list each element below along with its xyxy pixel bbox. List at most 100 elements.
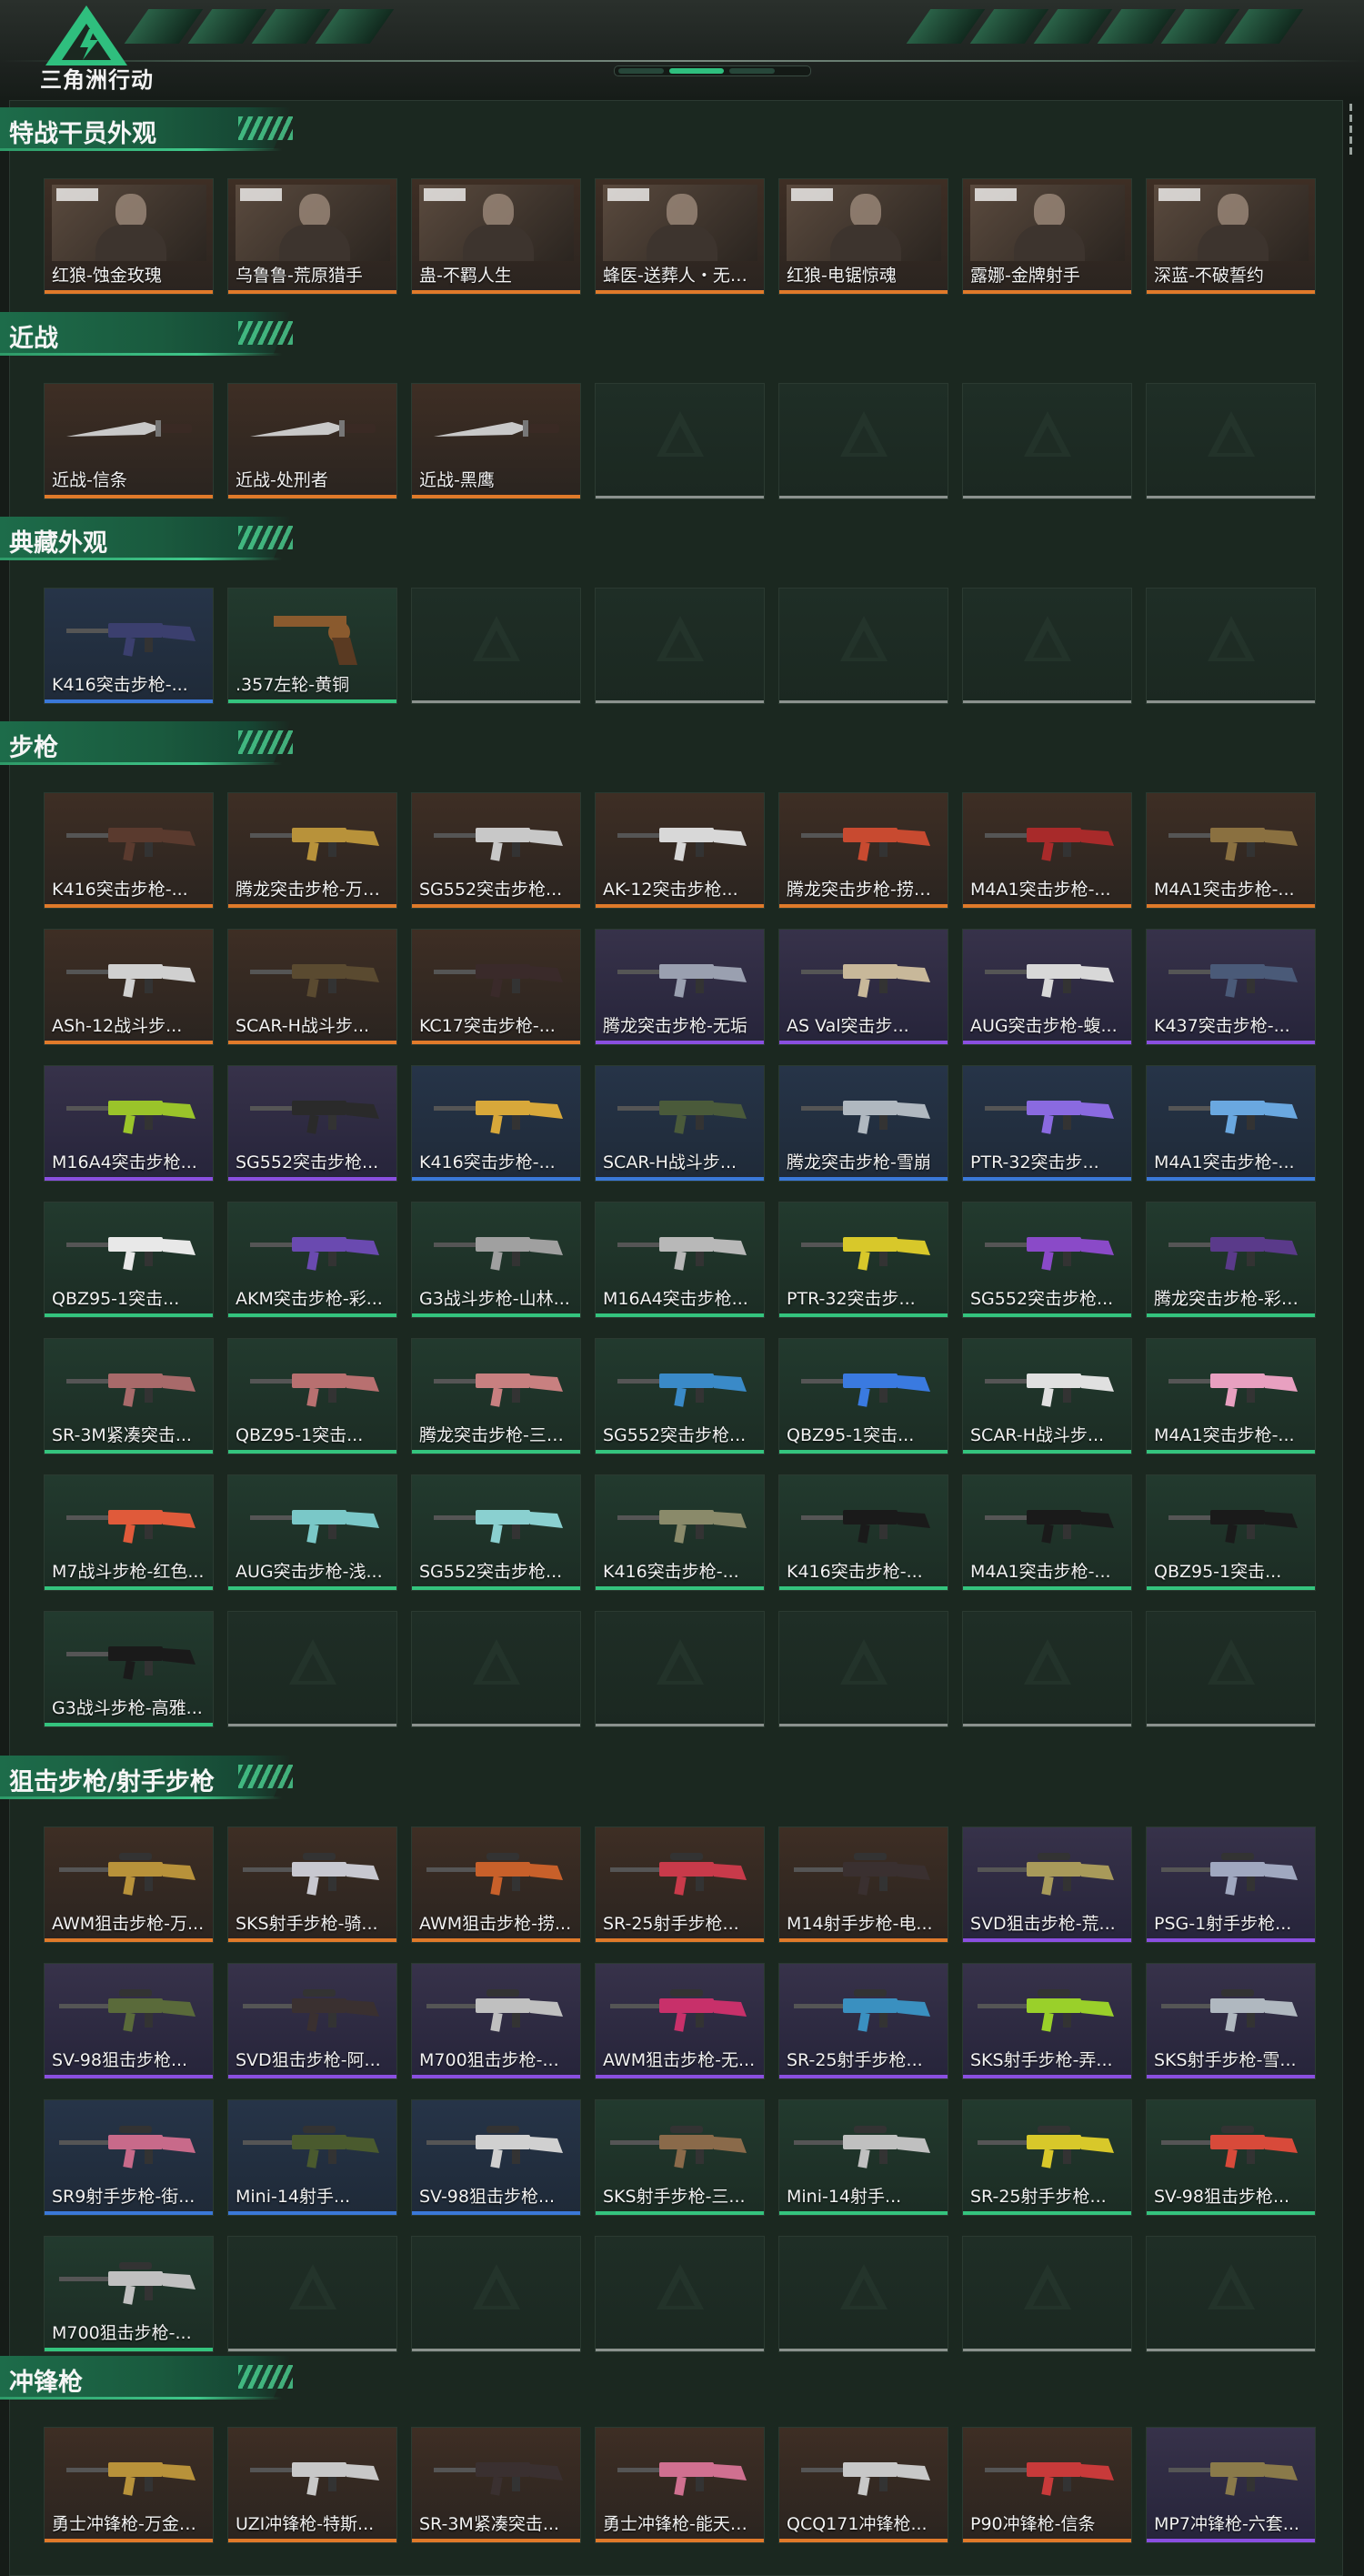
item-card[interactable]: PTR-32突击步... — [962, 1065, 1132, 1182]
item-card[interactable]: K416突击步枪-... — [44, 792, 214, 909]
item-card[interactable]: QBZ95-1突击... — [1146, 1474, 1316, 1591]
item-card[interactable]: QCQ171冲锋枪... — [778, 2427, 948, 2543]
item-card[interactable]: 蛊-不羁人生 — [411, 178, 581, 295]
knife-icon — [66, 420, 192, 437]
item-card[interactable]: 乌鲁鲁-荒原猎手 — [227, 178, 397, 295]
item-card[interactable]: M700狙击步枪-... — [44, 2236, 214, 2352]
item-card[interactable]: 近战-信条 — [44, 383, 214, 499]
item-name: SCAR-H战斗步... — [970, 1425, 1105, 1445]
item-card[interactable]: SKS射手步枪-雪... — [1146, 1963, 1316, 2079]
item-card[interactable]: SKS射手步枪-骑... — [227, 1826, 397, 1943]
item-card[interactable]: K416突击步枪-... — [411, 1065, 581, 1182]
rifle-icon — [250, 1510, 379, 1544]
item-card[interactable]: M16A4突击步枪... — [595, 1202, 765, 1318]
item-card[interactable]: AWM狙击步枪-万... — [44, 1826, 214, 1943]
item-card[interactable]: M16A4突击步枪... — [44, 1065, 214, 1182]
item-card[interactable]: QBZ95-1突击... — [44, 1202, 214, 1318]
item-name: SG552突击步枪... — [603, 1425, 747, 1445]
item-card[interactable]: SVD狙击步枪-阿... — [227, 1963, 397, 2079]
item-card[interactable]: SG552突击步枪... — [962, 1202, 1132, 1318]
item-card[interactable]: SR-25射手步枪... — [595, 1826, 765, 1943]
item-card[interactable]: UZI冲锋枪-特斯... — [227, 2427, 397, 2543]
item-card[interactable]: G3战斗步枪-山林... — [411, 1202, 581, 1318]
item-card[interactable]: 露娜-金牌射手 — [962, 178, 1132, 295]
item-card[interactable]: ASh-12战斗步... — [44, 929, 214, 1045]
item-name: AS Val突击步... — [787, 1016, 909, 1036]
item-card[interactable]: M4A1突击步枪-... — [1146, 792, 1316, 909]
item-card[interactable]: Mini-14射手... — [227, 2099, 397, 2216]
quality-bar — [412, 2075, 580, 2078]
item-card[interactable]: PSG-1射手步枪... — [1146, 1826, 1316, 1943]
item-card[interactable]: SV-98狙击步枪... — [411, 2099, 581, 2216]
item-card[interactable]: AUG突击步枪-浅... — [227, 1474, 397, 1591]
rifle-icon — [66, 1101, 196, 1134]
item-card[interactable]: .357左轮-黄铜 — [227, 588, 397, 704]
quality-bar — [1147, 496, 1315, 498]
item-card[interactable]: AWM狙击步枪-捞... — [411, 1826, 581, 1943]
quality-bar — [45, 904, 213, 908]
item-card[interactable]: 勇士冲锋枪-能天使... — [595, 2427, 765, 2543]
item-card[interactable]: 腾龙突击步枪-三角... — [411, 1338, 581, 1454]
item-card[interactable]: K437突击步枪-... — [1146, 929, 1316, 1045]
item-card[interactable]: SR9射手步枪-街... — [44, 2099, 214, 2216]
item-card[interactable]: G3战斗步枪-高雅... — [44, 1611, 214, 1727]
item-card[interactable]: Mini-14射手... — [778, 2099, 948, 2216]
quality-bar — [228, 2211, 396, 2215]
item-card[interactable]: SCAR-H战斗步... — [962, 1338, 1132, 1454]
scrollbar[interactable] — [1348, 100, 1353, 164]
item-card[interactable]: M4A1突击步枪-... — [962, 792, 1132, 909]
item-card[interactable]: 深蓝-不破誓约 — [1146, 178, 1316, 295]
item-card[interactable]: 腾龙突击步枪-万金... — [227, 792, 397, 909]
item-card[interactable]: MP7冲锋枪-六套... — [1146, 2427, 1316, 2543]
item-card[interactable]: M4A1突击步枪-... — [1146, 1065, 1316, 1182]
item-card[interactable]: P90冲锋枪-信条 — [962, 2427, 1132, 2543]
item-card[interactable]: SKS射手步枪-三... — [595, 2099, 765, 2216]
item-card[interactable]: SCAR-H战斗步... — [227, 929, 397, 1045]
item-card[interactable]: K416突击步枪-... — [44, 588, 214, 704]
item-card[interactable]: 腾龙突击步枪-捞点... — [778, 792, 948, 909]
item-card[interactable]: QBZ95-1突击... — [778, 1338, 948, 1454]
item-card[interactable]: 腾龙突击步枪-彩墨... — [1146, 1202, 1316, 1318]
item-card[interactable]: 红狼-电锯惊魂 — [778, 178, 948, 295]
item-name: SG552突击步枪... — [236, 1152, 379, 1172]
item-card[interactable]: 蜂医-送葬人・无题... — [595, 178, 765, 295]
item-card[interactable]: AKM突击步枪-彩... — [227, 1202, 397, 1318]
item-card[interactable]: M700狙击步枪-... — [411, 1963, 581, 2079]
item-card[interactable]: 腾龙突击步枪-无垢 — [595, 929, 765, 1045]
item-card[interactable]: SCAR-H战斗步... — [595, 1065, 765, 1182]
item-card[interactable]: 勇士冲锋枪-万金泪... — [44, 2427, 214, 2543]
item-card[interactable]: SR-3M紧凑突击... — [411, 2427, 581, 2543]
item-card[interactable]: SR-3M紧凑突击... — [44, 1338, 214, 1454]
item-card[interactable]: SR-25射手步枪... — [962, 2099, 1132, 2216]
item-card[interactable]: SVD狙击步枪-荒... — [962, 1826, 1132, 1943]
item-card[interactable]: 近战-处刑者 — [227, 383, 397, 499]
item-card[interactable]: M4A1突击步枪-... — [962, 1474, 1132, 1591]
item-card[interactable]: SV-98狙击步枪... — [44, 1963, 214, 2079]
item-name: 腾龙突击步枪-雪崩 — [787, 1152, 931, 1172]
item-card[interactable]: SG552突击步枪... — [411, 1474, 581, 1591]
item-card[interactable]: SG552突击步枪... — [595, 1338, 765, 1454]
item-name: SVD狙击步枪-荒... — [970, 1914, 1116, 1934]
item-card[interactable]: PTR-32突击步... — [778, 1202, 948, 1318]
item-card[interactable]: K416突击步枪-... — [595, 1474, 765, 1591]
item-card[interactable]: M14射手步枪-电... — [778, 1826, 948, 1943]
item-card[interactable]: AS Val突击步... — [778, 929, 948, 1045]
item-card[interactable]: 近战-黑鹰 — [411, 383, 581, 499]
item-card[interactable]: AWM狙击步枪-无... — [595, 1963, 765, 2079]
item-card[interactable]: M7战斗步枪-红色... — [44, 1474, 214, 1591]
item-card[interactable]: QBZ95-1突击... — [227, 1338, 397, 1454]
item-card[interactable]: KC17突击步枪-... — [411, 929, 581, 1045]
item-card[interactable]: SG552突击步枪... — [227, 1065, 397, 1182]
quality-bar — [1147, 1586, 1315, 1590]
item-card[interactable]: AK-12突击步枪... — [595, 792, 765, 909]
item-card[interactable]: SR-25射手步枪... — [778, 1963, 948, 2079]
item-card[interactable]: 红狼-蚀金玫瑰 — [44, 178, 214, 295]
item-card[interactable]: AUG突击步枪-蝮... — [962, 929, 1132, 1045]
item-card[interactable]: 腾龙突击步枪-雪崩 — [778, 1065, 948, 1182]
item-card[interactable]: SV-98狙击步枪... — [1146, 2099, 1316, 2216]
item-card[interactable]: SG552突击步枪... — [411, 792, 581, 909]
item-card[interactable]: M4A1突击步枪-... — [1146, 1338, 1316, 1454]
item-card[interactable]: SKS射手步枪-弄... — [962, 1963, 1132, 2079]
item-card[interactable]: K416突击步枪-... — [778, 1474, 948, 1591]
sniper-rifle-icon — [794, 1853, 930, 1896]
